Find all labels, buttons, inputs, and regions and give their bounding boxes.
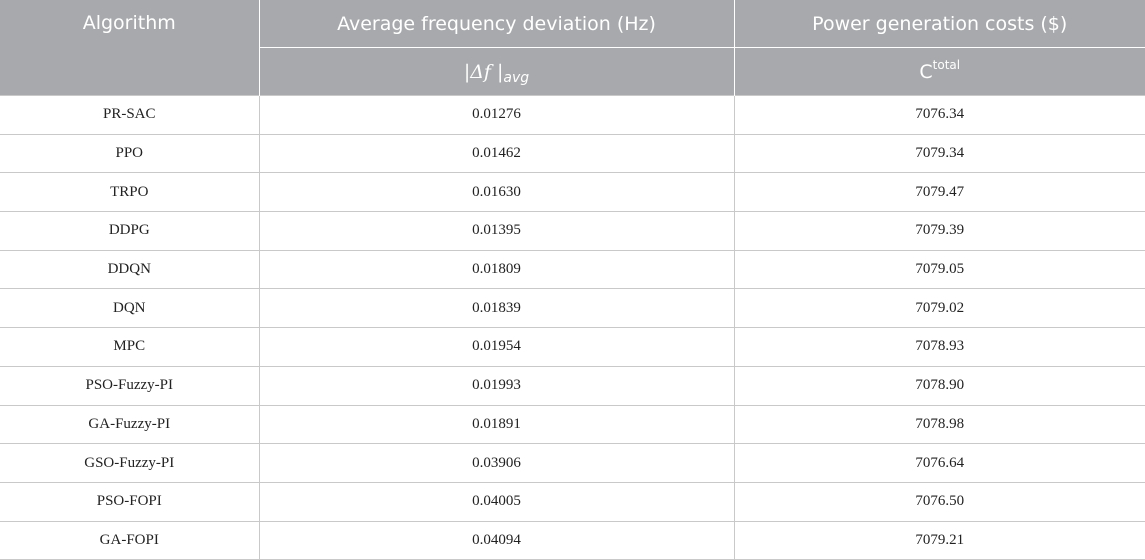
cell-deviation: 0.01630: [258, 172, 735, 213]
cell-algorithm: PSO-FOPI: [0, 481, 260, 522]
cell-deviation: 0.04094: [258, 520, 735, 560]
cell-algorithm: DDPG: [0, 211, 260, 251]
table-row: DDQN 0.01809 7079.05: [0, 249, 1145, 290]
table-header: Algorithm Average frequency deviation (H…: [0, 0, 1145, 96]
cell-algorithm: TRPO: [0, 172, 260, 213]
cell-cost: 7076.50: [733, 481, 1145, 522]
cell-deviation: 0.01839: [258, 288, 735, 329]
cell-cost: 7078.98: [733, 404, 1145, 445]
cell-deviation: 0.04005: [258, 481, 735, 522]
table-row: PR-SAC 0.01276 7076.34: [0, 95, 1145, 135]
cell-deviation: 0.01891: [258, 404, 735, 445]
table-row: MPC 0.01954 7078.93: [0, 327, 1145, 367]
cell-algorithm: GA-FOPI: [0, 520, 260, 560]
cell-deviation: 0.03906: [258, 443, 735, 483]
table-row: PSO-Fuzzy-PI 0.01993 7078.90: [0, 365, 1145, 406]
table-row: DQN 0.01839 7079.02: [0, 288, 1145, 329]
header-generation-costs: Power generation costs ($): [734, 0, 1145, 48]
cell-cost: 7079.34: [733, 133, 1145, 174]
table-body: PR-SAC 0.01276 7076.34 PPO 0.01462 7079.…: [0, 95, 1145, 560]
cell-algorithm: PR-SAC: [0, 95, 260, 135]
cell-deviation: 0.01809: [258, 249, 735, 290]
cell-cost: 7076.34: [733, 95, 1145, 135]
total-superscript: total: [932, 57, 961, 72]
cell-deviation: 0.01954: [258, 327, 735, 367]
cell-deviation: 0.01276: [258, 95, 735, 135]
cell-algorithm: DDQN: [0, 249, 260, 290]
cell-algorithm: GSO-Fuzzy-PI: [0, 443, 260, 483]
cell-cost: 7079.05: [733, 249, 1145, 290]
cell-cost: 7079.39: [733, 211, 1145, 251]
delta-f-symbol: |Δf |: [463, 60, 504, 83]
table-row: PSO-FOPI 0.04005 7076.50: [0, 481, 1145, 522]
cell-cost: 7079.47: [733, 172, 1145, 213]
cell-cost: 7079.21: [733, 520, 1145, 560]
table-row: PPO 0.01462 7079.34: [0, 133, 1145, 174]
header-cost-symbol: Ctotal: [734, 47, 1145, 96]
avg-subscript: avg: [503, 69, 530, 86]
cell-cost: 7079.02: [733, 288, 1145, 329]
cell-algorithm: DQN: [0, 288, 260, 329]
cell-algorithm: MPC: [0, 327, 260, 367]
cell-deviation: 0.01395: [258, 211, 735, 251]
cell-deviation: 0.01462: [258, 133, 735, 174]
header-algorithm: Algorithm: [0, 0, 260, 96]
table-row: GSO-Fuzzy-PI 0.03906 7076.64: [0, 443, 1145, 483]
cell-cost: 7078.90: [733, 365, 1145, 406]
results-table: Algorithm Average frequency deviation (H…: [0, 0, 1145, 560]
table-row: GA-FOPI 0.04094 7079.21: [0, 520, 1145, 560]
header-deviation-symbol: |Δf |avg: [259, 47, 735, 96]
c-symbol: C: [919, 60, 933, 83]
cell-algorithm: GA-Fuzzy-PI: [0, 404, 260, 445]
cell-algorithm: PPO: [0, 133, 260, 174]
cell-algorithm: PSO-Fuzzy-PI: [0, 365, 260, 406]
cell-cost: 7076.64: [733, 443, 1145, 483]
cell-cost: 7078.93: [733, 327, 1145, 367]
header-frequency-deviation: Average frequency deviation (Hz): [259, 0, 735, 48]
table-row: TRPO 0.01630 7079.47: [0, 172, 1145, 213]
table-row: GA-Fuzzy-PI 0.01891 7078.98: [0, 404, 1145, 445]
table-row: DDPG 0.01395 7079.39: [0, 211, 1145, 251]
cell-deviation: 0.01993: [258, 365, 735, 406]
